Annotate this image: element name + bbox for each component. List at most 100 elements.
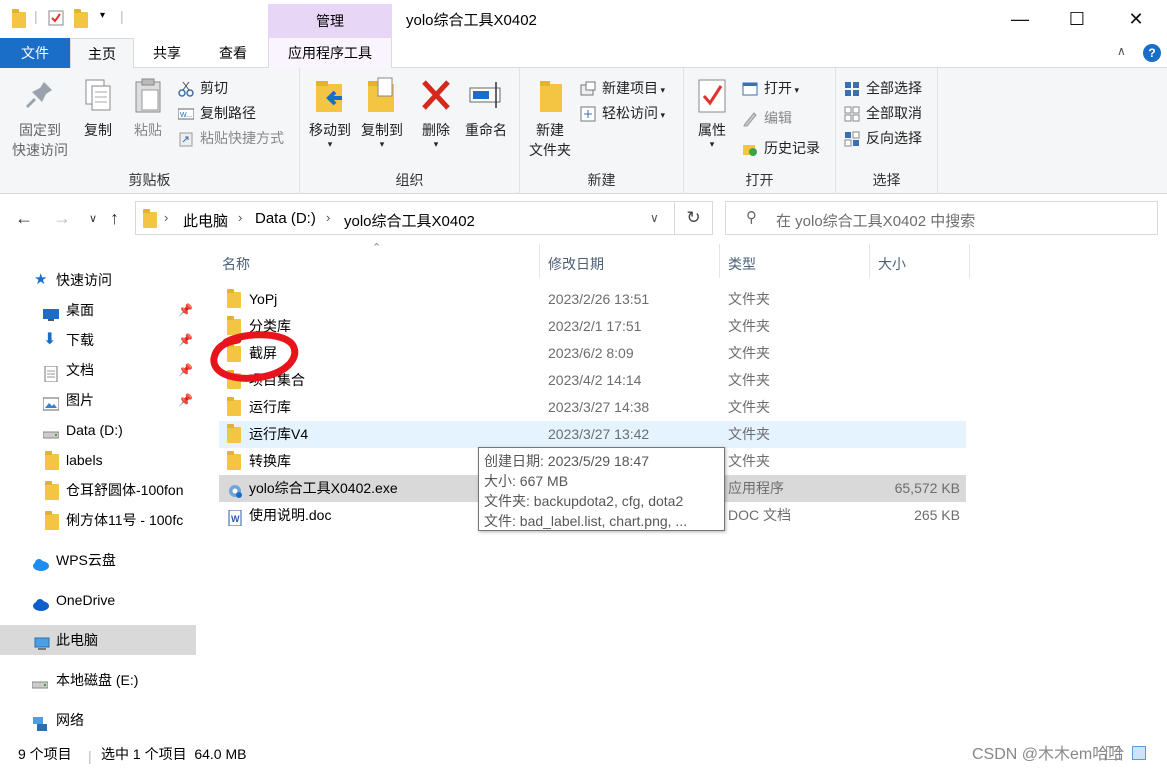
collapse-ribbon-icon[interactable]: ∧ xyxy=(1117,44,1126,58)
select-all-button[interactable]: 全部选择 xyxy=(842,76,922,100)
download-arrow-icon: ⬇ xyxy=(43,331,57,348)
folder-icon xyxy=(227,451,241,470)
properties-quick-icon[interactable] xyxy=(48,10,64,26)
cloud-icon xyxy=(32,552,49,571)
customize-qat-icon[interactable]: ▾ xyxy=(100,10,105,21)
nav-this-pc[interactable]: 此电脑 xyxy=(0,625,196,655)
list-item[interactable]: 截屏 2023/6/2 8:09 文件夹 xyxy=(219,340,966,367)
pin-icon xyxy=(22,76,58,116)
nav-local-disk[interactable]: 本地磁盘 (E:) xyxy=(0,665,196,695)
list-item[interactable]: 分类库 2023/2/1 17:51 文件夹 xyxy=(219,313,966,340)
folder-icon xyxy=(227,424,241,443)
drive-icon xyxy=(31,672,49,689)
open-icon xyxy=(742,80,758,96)
open-button[interactable]: 打开 ▾ xyxy=(740,76,799,100)
maximize-button[interactable]: ☐ xyxy=(1046,0,1108,38)
new-folder-button[interactable]: 新建 文件夹 xyxy=(526,74,574,160)
nav-documents[interactable]: 文档 📌 xyxy=(0,355,196,385)
nav-quick-access[interactable]: ★ 快速访问 xyxy=(0,265,196,295)
list-item[interactable]: 运行库 2023/3/27 14:38 文件夹 xyxy=(219,394,966,421)
back-arrow-icon[interactable]: ← xyxy=(15,208,33,229)
address-dropdown-icon[interactable]: ∨ xyxy=(650,211,659,225)
desktop-icon xyxy=(43,302,59,321)
nav-folder-font1[interactable]: 仓耳舒圆体-100fon xyxy=(0,475,196,505)
breadcrumb-separator[interactable]: › xyxy=(238,210,242,225)
breadcrumb-current-folder[interactable]: yolo综合工具X0402 xyxy=(344,210,475,231)
nav-data-drive[interactable]: Data (D:) xyxy=(0,415,196,445)
nav-folder-font2[interactable]: 俐方体11号 - 100fc xyxy=(0,505,196,535)
clipboard-group: 固定到 快速访问 复制 粘贴 剪切 W... 复制路径 粘贴快捷方式 剪贴板 xyxy=(0,68,300,194)
tab-file[interactable]: 文件 xyxy=(0,38,70,68)
column-header-date[interactable]: 修改日期 xyxy=(548,254,604,274)
select-none-button[interactable]: 全部取消 xyxy=(842,101,922,125)
nav-labels[interactable]: labels xyxy=(0,445,196,475)
paste-shortcut-button[interactable]: 粘贴快捷方式 xyxy=(176,126,284,150)
column-header-type[interactable]: 类型 xyxy=(728,254,756,274)
new-group-label: 新建 xyxy=(587,172,616,188)
forward-arrow-icon[interactable]: → xyxy=(53,208,71,229)
breadcrumb-this-pc[interactable]: 此电脑 xyxy=(183,210,228,231)
nav-downloads[interactable]: ⬇ 下载 📌 xyxy=(0,325,196,355)
move-to-button[interactable]: 移动到 ▾ xyxy=(304,74,356,149)
properties-button[interactable]: 属性 ▾ xyxy=(690,74,734,149)
address-bar[interactable]: › 此电脑 › Data (D:) › yolo综合工具X0402 ∨ xyxy=(135,201,675,235)
organize-group: 移动到 ▾ 复制到 ▾ 删除 ▾ 重命名 组织 xyxy=(300,68,520,194)
nav-wps-cloud[interactable]: WPS云盘 xyxy=(0,545,196,575)
large-icons-view-icon[interactable] xyxy=(1132,746,1146,760)
window-title: yolo综合工具X0402 xyxy=(406,12,537,29)
open-group-label: 打开 xyxy=(745,172,774,188)
organize-group-label: 组织 xyxy=(395,172,424,188)
easy-access-button[interactable]: 轻松访问 ▾ xyxy=(578,101,665,125)
easy-access-icon xyxy=(580,105,596,122)
nav-onedrive[interactable]: OneDrive xyxy=(0,585,196,615)
svg-text:W...: W... xyxy=(180,112,192,119)
recent-locations-icon[interactable]: ∨ xyxy=(89,212,97,225)
invert-selection-button[interactable]: 反向选择 xyxy=(842,126,922,150)
new-item-button[interactable]: 新建项目 ▾ xyxy=(578,76,665,100)
delete-button[interactable]: 删除 ▾ xyxy=(416,74,456,149)
list-item[interactable]: 项目集合 2023/4/2 14:14 文件夹 xyxy=(219,367,966,394)
copy-to-button[interactable]: 复制到 ▾ xyxy=(356,74,408,149)
tab-home[interactable]: 主页 xyxy=(70,38,134,69)
breadcrumb-separator[interactable]: › xyxy=(326,210,330,225)
copy-path-button[interactable]: W... 复制路径 xyxy=(176,101,256,125)
rename-button[interactable]: 重命名 xyxy=(460,74,512,140)
breadcrumb-data-d[interactable]: Data (D:) xyxy=(255,210,316,227)
edit-button[interactable]: 编辑 xyxy=(740,106,792,130)
nav-pictures[interactable]: 图片 📌 xyxy=(0,385,196,415)
tab-share[interactable]: 共享 xyxy=(134,38,200,68)
tab-app-tools[interactable]: 应用程序工具 xyxy=(268,38,392,68)
picture-icon xyxy=(42,392,60,411)
svg-text:W: W xyxy=(231,514,240,524)
column-header-size[interactable]: 大小 xyxy=(878,254,906,274)
minimize-button[interactable]: — xyxy=(989,0,1051,38)
history-button[interactable]: 历史记录 xyxy=(740,136,820,160)
pin-quick-access-button[interactable]: 固定到 快速访问 xyxy=(8,74,72,160)
refresh-button[interactable]: ↻ xyxy=(675,201,713,235)
help-icon[interactable]: ? xyxy=(1143,44,1161,62)
up-arrow-icon[interactable]: ↑ xyxy=(110,208,119,229)
new-folder-quick-icon[interactable] xyxy=(74,9,90,28)
column-header-name[interactable]: 名称 xyxy=(222,254,250,274)
paste-icon xyxy=(130,76,166,116)
drive-icon xyxy=(42,422,60,439)
folder-icon xyxy=(45,481,59,500)
exe-icon xyxy=(227,481,242,498)
ribbon-tabs: 文件 主页 共享 查看 应用程序工具 xyxy=(0,38,1167,69)
manage-tab[interactable]: 管理 xyxy=(268,4,392,38)
annotation-circle xyxy=(210,331,299,382)
list-item[interactable]: YoPj 2023/2/26 13:51 文件夹 xyxy=(219,286,966,313)
paste-shortcut-icon xyxy=(178,130,194,147)
copy-button[interactable]: 复制 xyxy=(76,74,120,140)
select-group: 全部选择 全部取消 反向选择 选择 xyxy=(836,68,938,194)
nav-desktop[interactable]: 桌面 📌 xyxy=(0,295,196,325)
folder-icon xyxy=(227,397,241,416)
list-item[interactable]: 运行库V4 2023/3/27 13:42 文件夹 xyxy=(219,421,966,448)
cut-button[interactable]: 剪切 xyxy=(176,76,228,100)
paste-button[interactable]: 粘贴 xyxy=(126,74,170,140)
nav-network[interactable]: 网络 xyxy=(0,705,196,735)
tab-view[interactable]: 查看 xyxy=(200,38,266,68)
breadcrumb-separator[interactable]: › xyxy=(164,210,168,225)
search-input[interactable]: ⚲ 在 yolo综合工具X0402 中搜索 xyxy=(725,201,1158,235)
close-button[interactable]: ✕ xyxy=(1105,0,1167,38)
